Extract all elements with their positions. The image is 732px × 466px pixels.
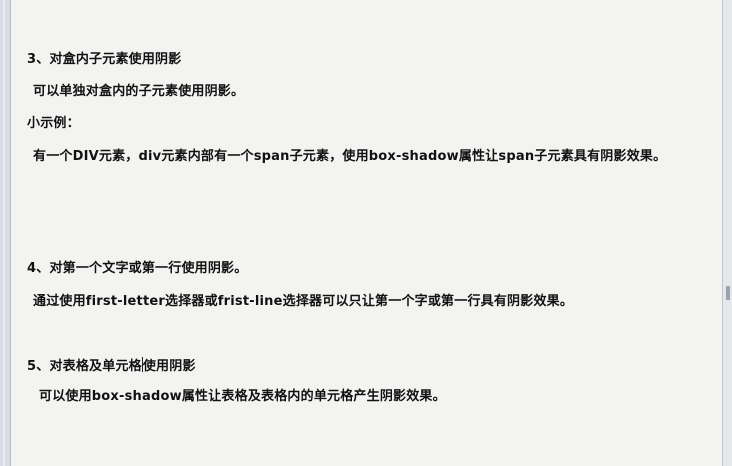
- section-5-heading: 5、对表格及单元格使用阴影: [27, 357, 196, 375]
- document-window: 3、对盒内子元素使用阴影 可以单独对盒内的子元素使用阴影。 小示例： 有一个DI…: [0, 0, 732, 466]
- section-3-body: 可以单独对盒内的子元素使用阴影。: [33, 84, 245, 99]
- section-4-heading: 4、对第一个文字或第一行使用阴影。: [27, 261, 248, 276]
- example-body: 有一个DIV元素，div元素内部有一个span子元素，使用box-shadow属…: [33, 149, 667, 164]
- section-5-body: 可以使用box-shadow属性让表格及表格内的单元格产生阴影效果。: [39, 389, 446, 404]
- scroll-grip-handle[interactable]: [726, 286, 730, 300]
- right-scroll-rail[interactable]: [722, 0, 732, 466]
- left-margin-bar: [0, 0, 11, 466]
- document-content[interactable]: 3、对盒内子元素使用阴影 可以单独对盒内的子元素使用阴影。 小示例： 有一个DI…: [11, 0, 721, 466]
- example-label: 小示例：: [27, 116, 80, 131]
- section-5-heading-part1: 5、对表格及单元格: [27, 359, 142, 374]
- section-5-heading-part2: 使用阴影: [142, 359, 196, 374]
- section-4-body: 通过使用first-letter选择器或frist-line选择器可以只让第一个…: [33, 294, 574, 309]
- section-3-heading: 3、对盒内子元素使用阴影: [27, 52, 182, 67]
